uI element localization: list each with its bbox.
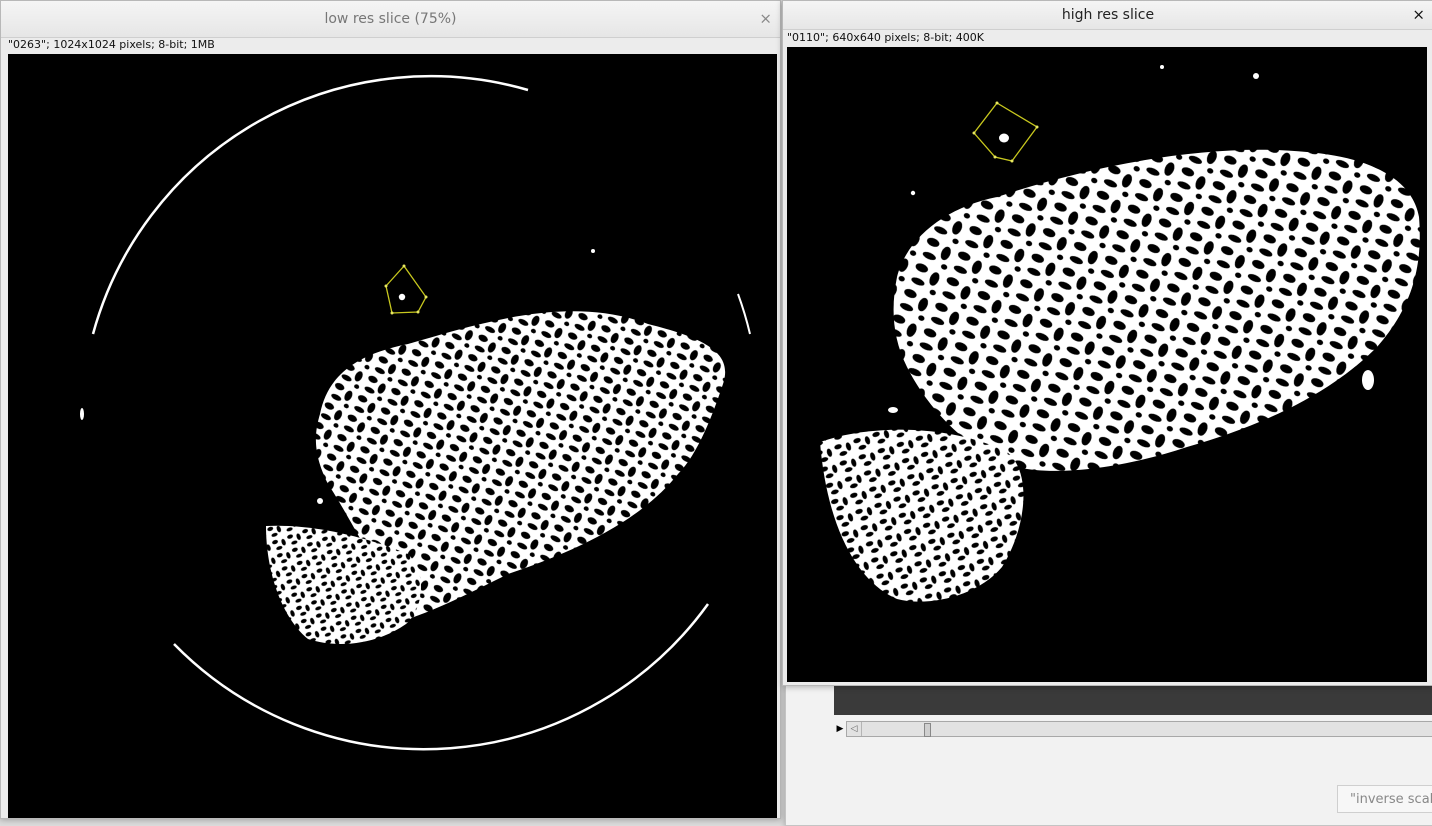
low-res-info: "0263"; 1024x1024 pixels; 8-bit; 1MB <box>8 38 215 51</box>
play-icon[interactable]: ▶ <box>834 721 846 737</box>
low-res-title: low res slice (75%) <box>324 11 457 27</box>
slice-scrollbar[interactable]: ▶ ◁ <box>834 721 1432 737</box>
high-res-titlebar[interactable]: high res slice × <box>783 1 1432 30</box>
roi-particle <box>398 293 406 301</box>
inverse-scale-field[interactable]: "inverse scale <box>1337 785 1432 813</box>
high-res-info: "0110"; 640x640 pixels; 8-bit; 400K <box>787 31 985 44</box>
bone-main <box>893 149 1420 471</box>
close-icon[interactable]: × <box>759 11 772 27</box>
high-res-slice-image <box>820 65 1420 602</box>
bone-lobe <box>820 429 1024 602</box>
low-res-window[interactable]: low res slice (75%) × "0263"; 1024x1024 … <box>0 0 781 819</box>
high-res-title: high res slice <box>1061 7 1155 23</box>
stack-window[interactable]: ▶ ◁ <box>785 684 1432 826</box>
low-res-slice-image <box>80 74 751 751</box>
high-res-image-canvas[interactable] <box>787 47 1427 682</box>
scroll-left-icon[interactable]: ◁ <box>847 722 862 736</box>
high-res-window[interactable]: high res slice × "0110"; 640x640 pixels;… <box>782 0 1432 686</box>
low-res-titlebar[interactable]: low res slice (75%) × <box>1 1 780 38</box>
close-icon[interactable]: × <box>1412 7 1425 23</box>
ring-arc-bottom <box>173 603 710 751</box>
roi-particle <box>999 133 1009 143</box>
ring-arc-top <box>91 74 529 335</box>
ring-arc-right <box>737 293 751 335</box>
stack-image-area <box>834 685 1432 715</box>
roi-polygon <box>385 264 427 314</box>
scroll-thumb[interactable] <box>924 723 931 737</box>
scroll-track[interactable]: ◁ <box>846 721 1432 737</box>
roi-polygon <box>973 102 1038 162</box>
low-res-image-canvas[interactable] <box>8 54 777 818</box>
